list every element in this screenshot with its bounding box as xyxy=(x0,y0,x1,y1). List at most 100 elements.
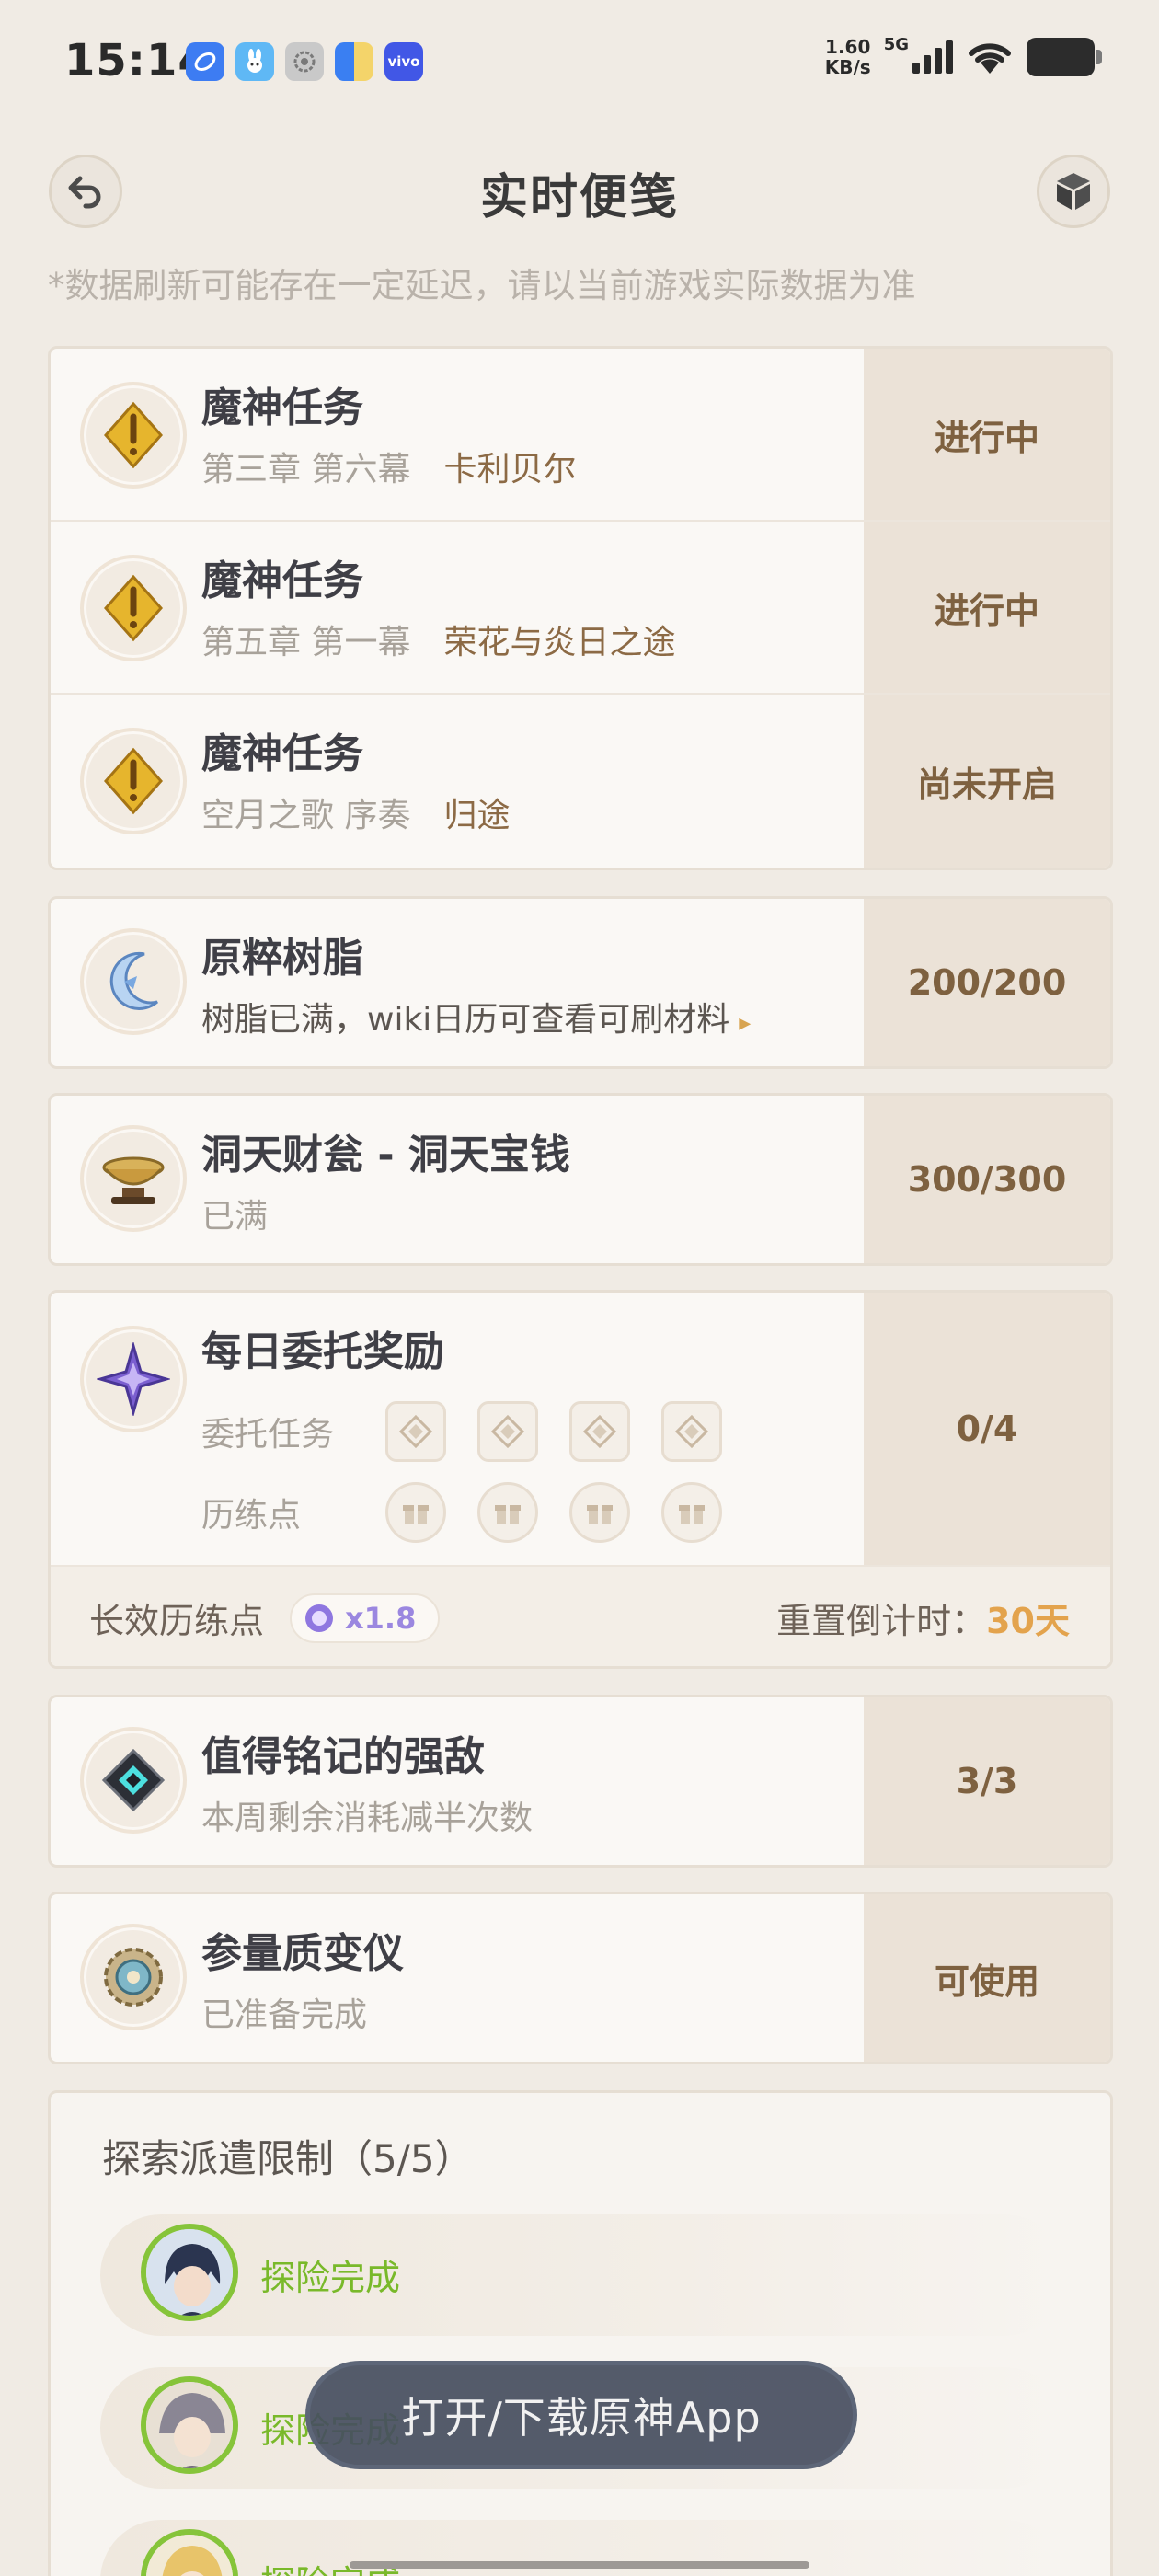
reset-label: 重置倒计时： xyxy=(776,1601,987,1641)
task-diamond-icon xyxy=(569,1401,630,1462)
commission-row[interactable]: 每日委托奖励 委托任务 历练点 0/4 xyxy=(51,1293,1110,1565)
network-type: 5G xyxy=(883,34,909,54)
quest-chapter: 第三章 第六幕 xyxy=(201,451,411,489)
expedition-item[interactable]: 探险完成 xyxy=(100,2214,1066,2336)
character-avatar xyxy=(141,2224,238,2321)
long-term-points-bar: 长效历练点 x1.8 重置倒计时：30天 xyxy=(51,1565,1110,1666)
multiplier-value: x1.8 xyxy=(345,1600,417,1636)
battery-icon xyxy=(1027,38,1102,76)
gift-icon xyxy=(569,1482,630,1543)
quest-subtitle: 第三章 第六幕 卡利贝尔 xyxy=(201,443,576,490)
quest-name: 卡利贝尔 xyxy=(443,451,577,489)
quest-row[interactable]: 魔神任务 空月之歌 序奏 归途 尚未开启 xyxy=(51,695,1110,868)
quest-name: 荣花与炎日之途 xyxy=(443,624,676,661)
transformer-row[interactable]: 参量质变仪 已准备完成 可使用 xyxy=(51,1894,1110,2062)
net-speed: 1.60 KB/s xyxy=(825,37,871,77)
settings-icon xyxy=(285,42,324,81)
quest-row[interactable]: 魔神任务 第三章 第六幕 卡利贝尔 进行中 xyxy=(51,349,1110,522)
quest-row[interactable]: 魔神任务 第五章 第一幕 荣花与炎日之途 进行中 xyxy=(51,522,1110,695)
boss-value: 3/3 xyxy=(864,1697,1110,1865)
vivo-icon: vivo xyxy=(384,42,423,81)
expedition-section: 探索派遣限制（5/5） 探险完成 探险完成 探险完成 xyxy=(48,2090,1113,2576)
notification-icons: vivo xyxy=(186,42,423,81)
quest-subtitle: 第五章 第一幕 荣花与炎日之途 xyxy=(201,615,675,663)
quest-name: 归途 xyxy=(443,797,511,834)
realm-value: 300/300 xyxy=(864,1096,1110,1263)
realm-subtitle: 已满 xyxy=(201,1198,269,1236)
long-points-label: 长效历练点 xyxy=(89,1601,265,1641)
character-avatar xyxy=(141,2376,238,2474)
transformer-gear-icon xyxy=(80,1924,187,2030)
quest-chapter: 第五章 第一幕 xyxy=(201,624,411,661)
status-bar: 15:14 vivo 1.60 KB/s 5G xyxy=(0,0,1159,125)
open-app-button[interactable]: 打开/下载原神App xyxy=(305,2361,857,2469)
transformer-value: 可使用 xyxy=(864,1894,1110,2062)
system-status: 1.60 KB/s 5G xyxy=(825,34,1102,77)
boss-subtitle: 本周剩余消耗减半次数 xyxy=(201,1800,534,1837)
transformer-title: 参量质变仪 xyxy=(201,1930,404,1977)
resin-row[interactable]: 原粹树脂 树脂已满，wiki日历可查看可刷材料 ▸ 200/200 xyxy=(51,899,1110,1066)
commission-star-icon xyxy=(80,1326,187,1432)
quest-status: 进行中 xyxy=(864,349,1110,520)
quest-title: 魔神任务 xyxy=(201,558,363,604)
resin-card: 原粹树脂 树脂已满，wiki日历可查看可刷材料 ▸ 200/200 xyxy=(48,896,1113,1069)
transformer-subtitle: 已准备完成 xyxy=(201,1996,368,2034)
commission-value: 0/4 xyxy=(864,1293,1110,1565)
page-header: 实时便笺 xyxy=(0,147,1159,236)
archon-quest-icon xyxy=(80,555,187,661)
cube-icon xyxy=(1057,173,1090,210)
home-indicator[interactable] xyxy=(350,2561,809,2569)
commission-points-line: 历练点 xyxy=(201,1482,722,1543)
app-screen: 15:14 vivo 1.60 KB/s 5G 实时便笺 *数据刷新可能存在一定… xyxy=(0,0,1159,2576)
net-speed-unit: KB/s xyxy=(824,56,871,78)
realm-title: 洞天财瓮 - 洞天宝钱 xyxy=(201,1132,570,1179)
wifi-icon xyxy=(969,43,1011,74)
quest-chapter: 空月之歌 序奏 xyxy=(201,797,411,834)
commission-points-label: 历练点 xyxy=(201,1497,302,1535)
archon-quest-icon xyxy=(80,382,187,489)
boss-title: 值得铭记的强敌 xyxy=(201,1733,485,1780)
quest-status: 尚未开启 xyxy=(864,695,1110,868)
widget-cube-button[interactable] xyxy=(1037,155,1110,228)
task-diamond-icon xyxy=(385,1401,446,1462)
treasure-pot-icon xyxy=(80,1125,187,1232)
realm-currency-row[interactable]: 洞天财瓮 - 洞天宝钱 已满 300/300 xyxy=(51,1096,1110,1263)
quest-subtitle: 空月之歌 序奏 归途 xyxy=(201,788,510,836)
page-title: 实时便笺 xyxy=(479,170,679,225)
gift-icon xyxy=(385,1482,446,1543)
archon-quests-card: 魔神任务 第三章 第六幕 卡利贝尔 进行中 魔神任务 第五章 第一幕 荣花与炎日之途… xyxy=(48,346,1113,870)
expedition-status: 探险完成 xyxy=(260,2258,401,2298)
gift-icon xyxy=(661,1482,722,1543)
transformer-card: 参量质变仪 已准备完成 可使用 xyxy=(48,1892,1113,2064)
resin-moon-icon xyxy=(80,928,187,1035)
realm-currency-card: 洞天财瓮 - 洞天宝钱 已满 300/300 xyxy=(48,1093,1113,1266)
multiplier-badge: x1.8 xyxy=(290,1593,441,1643)
task-diamond-icon xyxy=(661,1401,722,1462)
boss-diamond-icon xyxy=(80,1727,187,1834)
task-diamond-icon xyxy=(477,1401,538,1462)
quest-status: 进行中 xyxy=(864,522,1110,693)
boss-row[interactable]: 值得铭记的强敌 本周剩余消耗减半次数 3/3 xyxy=(51,1697,1110,1865)
weekly-boss-card: 值得铭记的强敌 本周剩余消耗减半次数 3/3 xyxy=(48,1695,1113,1868)
expedition-title: 探索派遣限制（5/5） xyxy=(102,2136,474,2181)
commission-title: 每日委托奖励 xyxy=(201,1328,444,1375)
purple-orb-icon xyxy=(305,1604,334,1632)
archon-quest-icon xyxy=(80,728,187,834)
reset-countdown: 重置倒计时：30天 xyxy=(776,1593,1070,1643)
refresh-notice: *数据刷新可能存在一定延迟，请以当前游戏实际数据为准 xyxy=(48,266,916,305)
commission-tasks-label: 委托任务 xyxy=(201,1416,335,1454)
commission-tasks-line: 委托任务 xyxy=(201,1401,722,1462)
resin-value: 200/200 xyxy=(864,899,1110,1066)
daily-commission-card: 每日委托奖励 委托任务 历练点 0/4 长效历练点 x1.8 重置倒计时：30天 xyxy=(48,1290,1113,1669)
finder-icon xyxy=(335,42,373,81)
browser-icon xyxy=(186,42,224,81)
quest-title: 魔神任务 xyxy=(201,730,363,777)
resin-subtitle: 树脂已满，wiki日历可查看可刷材料 xyxy=(201,1001,730,1039)
quest-title: 魔神任务 xyxy=(201,385,363,431)
character-avatar xyxy=(141,2529,238,2576)
gift-icon xyxy=(477,1482,538,1543)
signal-icon xyxy=(912,40,953,74)
arrow-right-icon: ▸ xyxy=(739,1009,752,1037)
resin-subtitle-link[interactable]: 树脂已满，wiki日历可查看可刷材料 ▸ xyxy=(201,993,751,1041)
net-speed-value: 1.60 xyxy=(825,36,871,58)
